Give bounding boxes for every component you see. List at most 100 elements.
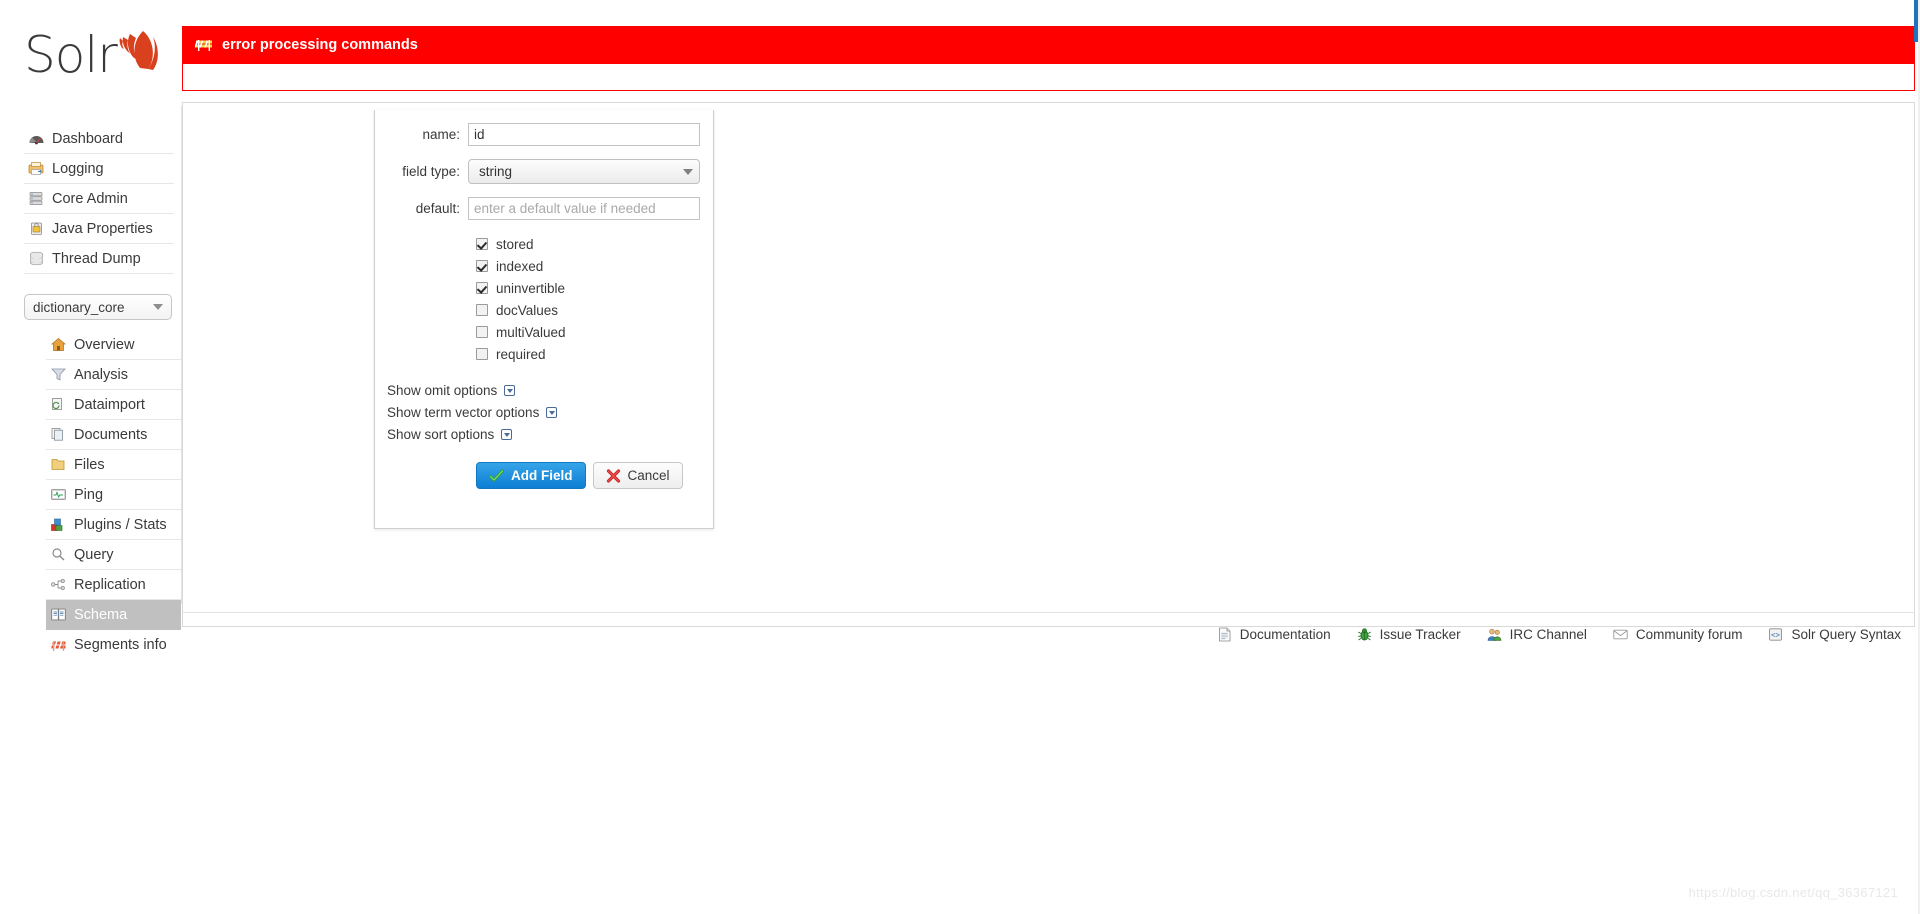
checkbox-multivalued[interactable]	[476, 326, 488, 338]
sidebar-item-label: Segments info	[74, 637, 167, 653]
submit-add-field-button[interactable]: Add Field	[476, 462, 586, 489]
form-buttons: Add Field Cancel	[375, 462, 713, 489]
envelope-icon	[1613, 629, 1628, 640]
solr-burst-icon	[119, 31, 158, 70]
show-omit-options-label: Show omit options	[387, 382, 498, 398]
sidebar-item-schema[interactable]: Schema	[46, 600, 181, 630]
sidebar-item-ping[interactable]: Ping	[46, 480, 181, 510]
sidebar-item-logging[interactable]: Logging	[24, 154, 174, 184]
sidebar-core-nav: Overview Analysis Dataimport Documents F…	[46, 330, 181, 660]
sidebar-item-analysis[interactable]: Analysis	[46, 360, 181, 390]
construction-barrier-icon	[195, 39, 212, 51]
checkbox-row-indexed[interactable]: indexed	[476, 255, 713, 277]
checkbox-row-multivalued[interactable]: multiValued	[476, 321, 713, 343]
sidebar-item-thread-dump[interactable]: Thread Dump	[24, 244, 174, 274]
checkbox-row-required[interactable]: required	[476, 343, 713, 365]
red-x-icon	[606, 468, 620, 483]
bug-icon	[1357, 628, 1371, 641]
field-name-row: name:	[375, 123, 713, 146]
sidebar-item-label: Replication	[74, 576, 146, 593]
checkbox-row-docvalues[interactable]: docValues	[476, 299, 713, 321]
sidebar-item-files[interactable]: Files	[46, 450, 181, 480]
show-options-group: Show omit options Show term vector optio…	[375, 379, 713, 445]
plugins-blocks-icon	[51, 518, 63, 531]
checkbox-label: multiValued	[496, 324, 566, 340]
checkbox-docvalues[interactable]	[476, 304, 488, 316]
checkbox-label: uninvertible	[496, 280, 566, 296]
segments-barrier-icon	[50, 640, 66, 651]
core-selector-value: dictionary_core	[33, 299, 125, 315]
sidebar-item-label: Dataimport	[74, 396, 145, 413]
sidebar-item-query[interactable]: Query	[46, 540, 181, 570]
footer-link-documentation[interactable]: Documentation	[1217, 627, 1331, 642]
sidebar-item-overview[interactable]: Overview	[46, 330, 181, 360]
expand-toggle-icon[interactable]	[501, 428, 513, 440]
checkbox-uninvertible[interactable]	[476, 282, 488, 294]
chevron-down-icon	[683, 168, 693, 175]
footer-link-solr-query-syntax[interactable]: <> Solr Query Syntax	[1768, 627, 1901, 642]
sidebar-item-label: Java Properties	[52, 220, 153, 237]
sidebar-item-core-admin[interactable]: Core Admin	[24, 184, 174, 214]
sidebar-item-replication[interactable]: Replication	[46, 570, 181, 600]
sidebar-item-java-properties[interactable]: Java Properties	[24, 214, 174, 244]
ping-monitor-icon	[51, 489, 66, 500]
schema-book-icon	[51, 608, 66, 621]
thread-dump-icon	[30, 251, 43, 266]
checkbox-required[interactable]	[476, 348, 488, 360]
footer-link-issue-tracker[interactable]: Issue Tracker	[1357, 627, 1461, 642]
field-type-select[interactable]: string	[468, 159, 700, 184]
solr-logo-text: Solr	[24, 26, 118, 84]
add-field-form: name: field type: string default: stored	[374, 110, 714, 529]
sidebar-item-dashboard[interactable]: Dashboard	[24, 124, 174, 154]
field-default-row: default:	[375, 197, 713, 220]
checkbox-indexed[interactable]	[476, 260, 488, 272]
logging-icon	[28, 162, 44, 175]
sidebar-item-label: Analysis	[74, 366, 128, 383]
dashboard-icon	[29, 136, 44, 145]
sidebar-item-label: Documents	[74, 426, 148, 443]
field-type-value: string	[479, 164, 513, 179]
footer-link-irc-channel[interactable]: IRC Channel	[1487, 627, 1587, 642]
expand-toggle-icon[interactable]	[546, 406, 558, 418]
show-sort-options-toggle[interactable]: Show sort options	[387, 423, 713, 445]
sidebar-item-label: Core Admin	[52, 190, 128, 207]
sidebar-main-nav: Dashboard Logging Core Admin Java Proper…	[24, 124, 174, 274]
code-icon: <>	[1769, 628, 1783, 641]
error-body	[182, 64, 1915, 91]
field-name-input[interactable]	[468, 123, 700, 146]
sidebar-item-label: Ping	[74, 486, 104, 503]
show-omit-options-toggle[interactable]: Show omit options	[387, 379, 713, 401]
field-default-input[interactable]	[468, 197, 700, 220]
checkbox-row-stored[interactable]: stored	[476, 233, 713, 255]
footer-link-label: Solr Query Syntax	[1791, 627, 1901, 642]
checkbox-label: docValues	[496, 302, 559, 318]
solr-logo[interactable]: Solr	[24, 24, 164, 86]
expand-toggle-icon[interactable]	[504, 384, 516, 396]
documents-icon	[51, 428, 63, 441]
checkbox-stored[interactable]	[476, 238, 488, 250]
show-term-vector-options-toggle[interactable]: Show term vector options	[387, 401, 713, 423]
error-banner: error processing commands	[182, 26, 1915, 64]
sidebar-item-plugins-stats[interactable]: Plugins / Stats	[46, 510, 181, 540]
checkbox-label: stored	[496, 236, 534, 252]
footer-link-community-forum[interactable]: Community forum	[1613, 627, 1742, 642]
field-type-row: field type: string	[375, 159, 713, 184]
footer-link-label: IRC Channel	[1509, 627, 1587, 642]
svg-text:<>: <>	[1771, 631, 1781, 640]
document-page-icon	[1218, 627, 1231, 642]
overview-home-icon	[51, 338, 66, 351]
sidebar-item-documents[interactable]: Documents	[46, 420, 181, 450]
checkbox-row-uninvertible[interactable]: uninvertible	[476, 277, 713, 299]
footer-link-label: Issue Tracker	[1379, 627, 1461, 642]
core-selector-dropdown[interactable]: dictionary_core	[24, 294, 172, 320]
cancel-button[interactable]: Cancel	[592, 462, 683, 489]
sidebar-item-dataimport[interactable]: Dataimport	[46, 390, 181, 420]
sidebar-item-label: Files	[74, 456, 105, 473]
show-sort-options-label: Show sort options	[387, 426, 495, 442]
field-type-label: field type:	[402, 164, 460, 179]
checkbox-label: indexed	[496, 258, 544, 274]
sidebar-item-label: Plugins / Stats	[74, 516, 167, 533]
core-admin-icon	[29, 192, 43, 205]
sidebar-item-segments-info[interactable]: Segments info	[46, 630, 181, 660]
submit-add-field-label: Add Field	[511, 468, 573, 483]
